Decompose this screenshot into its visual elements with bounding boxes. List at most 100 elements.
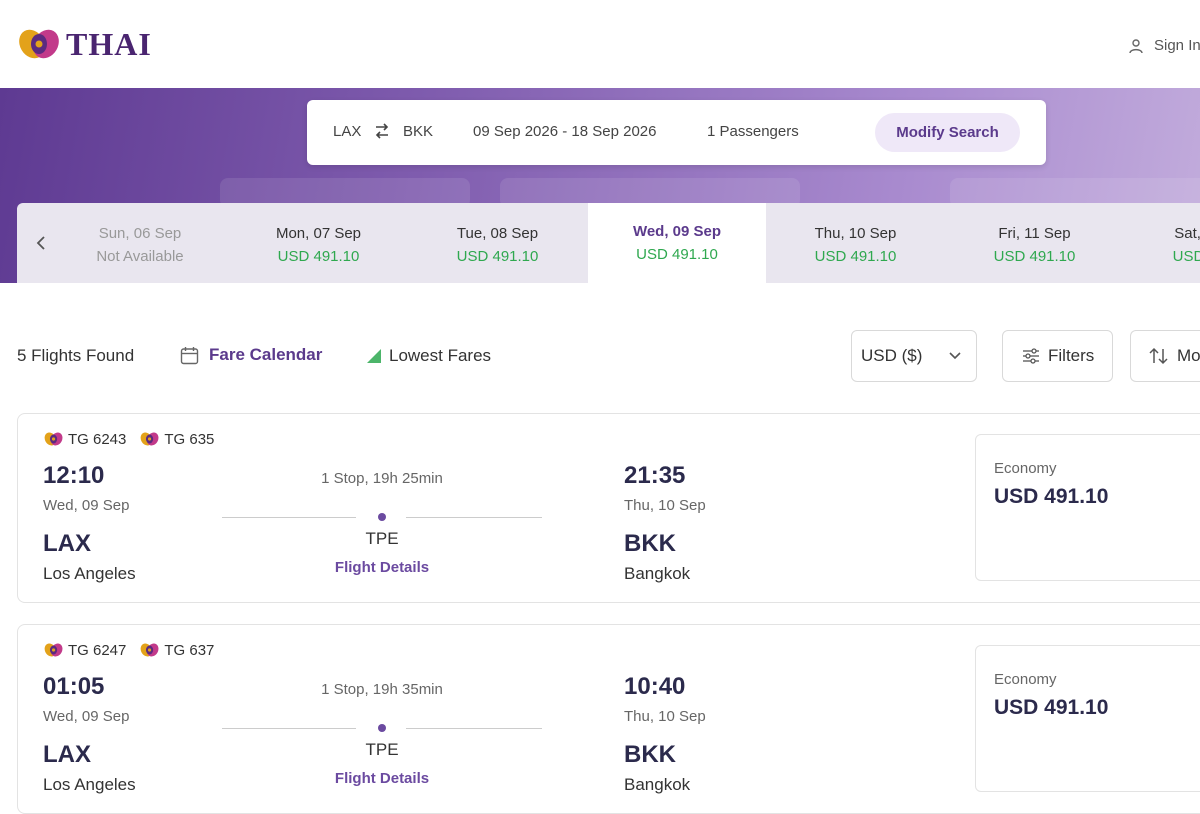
destination-city: Bangkok (624, 564, 691, 583)
thai-orchid-logo-icon (141, 432, 159, 446)
fare-option-economy[interactable]: Economy USD 491.10 (975, 645, 1200, 792)
date-tab[interactable]: Sat, 12 Sep USD 491.10 (1124, 203, 1200, 283)
fare-calendar-label: Fare Calendar (209, 345, 323, 364)
stop-airport: TPE (365, 529, 399, 548)
depart-time: 12:10 (43, 462, 105, 489)
fare-calendar-button[interactable]: Fare Calendar (180, 345, 322, 365)
arrive-date: Thu, 10 Sep (624, 708, 706, 725)
flight-number: TG 6247 (68, 641, 127, 659)
flight-codes: TG 6247 TG 637 (44, 641, 228, 659)
results-count: 5 Flights Found (17, 346, 135, 365)
destination-code: BKK (624, 741, 676, 768)
search-passengers: 1 Passengers (707, 123, 799, 140)
date-tab-label: Wed, 09 Sep (632, 223, 722, 240)
stop-dot (378, 513, 386, 521)
arrive-time: 21:35 (624, 462, 686, 489)
date-tab-price: USD 491.10 (456, 248, 539, 265)
arrive-time: 10:40 (624, 673, 686, 700)
fare-option-economy[interactable]: Economy USD 491.10 (975, 434, 1200, 581)
flight-details-link[interactable]: Flight Details (218, 559, 546, 576)
stop-dot (378, 724, 386, 732)
date-tab-price: USD 491.10 (277, 248, 360, 265)
flight-code: TG 6247 (44, 641, 126, 659)
route-line (222, 517, 356, 518)
date-tab-price: USD 491.10 (993, 248, 1076, 265)
flight-number: TG 637 (164, 641, 215, 659)
search-summary-bar: LAX BKK 09 Sep 2026 - 18 Sep 2026 1 Pass… (307, 100, 1046, 165)
flight-code: TG 635 (140, 430, 214, 448)
flight-codes: TG 6243 TG 635 (44, 430, 228, 448)
sort-label: Most Relevant (1177, 346, 1200, 365)
date-tab-label: Mon, 07 Sep (275, 225, 362, 242)
search-destination: BKK (403, 123, 434, 140)
route-line (222, 728, 356, 729)
stops-duration: 1 Stop, 19h 25min (321, 470, 443, 487)
date-tab[interactable]: Tue, 08 Sep USD 491.10 (408, 203, 587, 283)
route-line (406, 517, 542, 518)
stops-duration: 1 Stop, 19h 35min (321, 681, 443, 698)
chevron-left-icon (36, 236, 45, 250)
route-line (406, 728, 542, 729)
modify-search-button[interactable]: Modify Search (875, 113, 1020, 152)
date-tab-label: Sun, 06 Sep (98, 225, 182, 242)
origin-city: Los Angeles (43, 564, 136, 583)
destination-city: Bangkok (624, 775, 691, 794)
flight-code: TG 637 (140, 641, 214, 659)
flight-card: TG 6243 TG 635 12:10 Wed, 09 Sep LAX Los… (17, 413, 1200, 603)
flight-number: TG 6243 (68, 430, 127, 448)
origin-code: LAX (43, 530, 91, 557)
date-tab-price: USD 491.10 (1172, 248, 1200, 265)
origin-code: LAX (43, 741, 91, 768)
calendar-icon (180, 346, 199, 364)
thai-orchid-logo-icon (44, 432, 63, 446)
date-tab-label: Tue, 08 Sep (456, 225, 539, 242)
lowest-fares-label: Lowest Fares (389, 346, 492, 365)
date-tab-label: Sat, 12 Sep (1174, 225, 1200, 242)
thai-logo[interactable]: THAI (18, 24, 152, 64)
destination-code: BKK (624, 530, 676, 557)
flight-code: TG 6243 (44, 430, 126, 448)
logo-text: THAI (66, 25, 152, 62)
date-tab[interactable]: Sun, 06 Sep Not Available (51, 203, 229, 283)
thai-orchid-logo-icon (141, 643, 159, 657)
fare-price: USD 491.10 (994, 696, 1109, 719)
date-selector: Sun, 06 Sep Not Available Mon, 07 Sep US… (17, 203, 1200, 283)
depart-time: 01:05 (43, 673, 105, 700)
sign-in-link[interactable]: Sign In (1128, 37, 1200, 54)
flight-card: TG 6247 TG 637 01:05 Wed, 09 Sep LAX Los… (17, 624, 1200, 814)
sort-select[interactable]: Most Relevant (1130, 330, 1200, 382)
fare-class: Economy (994, 671, 1057, 688)
sliders-icon (1023, 348, 1039, 364)
flight-details-link[interactable]: Flight Details (218, 770, 546, 787)
origin-city: Los Angeles (43, 775, 136, 794)
sort-arrows-icon (1149, 347, 1168, 365)
depart-date: Wed, 09 Sep (43, 708, 130, 725)
sign-in-label: Sign In (1154, 37, 1200, 54)
search-dates: 09 Sep 2026 - 18 Sep 2026 (473, 123, 657, 140)
depart-date: Wed, 09 Sep (43, 497, 130, 514)
site-header: THAI Sign In (0, 0, 1200, 88)
date-tab-price: USD 491.10 (636, 246, 718, 263)
search-origin: LAX (333, 123, 362, 140)
date-tab-price: Not Available (96, 248, 184, 265)
date-tab-selected[interactable]: Wed, 09 Sep USD 491.10 (588, 203, 766, 283)
thai-orchid-logo-icon (44, 643, 63, 657)
date-tab[interactable]: Fri, 11 Sep USD 491.10 (945, 203, 1124, 283)
filters-label: Filters (1048, 346, 1095, 365)
currency-select[interactable]: USD ($) (851, 330, 977, 382)
date-tab[interactable]: Mon, 07 Sep USD 491.10 (229, 203, 408, 283)
date-prev-button[interactable] (31, 231, 51, 255)
date-tab-label: Fri, 11 Sep (998, 225, 1071, 242)
currency-value: USD ($) (861, 346, 923, 365)
fare-price: USD 491.10 (994, 485, 1109, 508)
date-tab[interactable]: Thu, 10 Sep USD 491.10 (766, 203, 945, 283)
fare-class: Economy (994, 460, 1057, 477)
filters-button[interactable]: Filters (1002, 330, 1113, 382)
swap-arrows-icon[interactable] (374, 122, 390, 144)
date-tab-price: USD 491.10 (814, 248, 897, 265)
date-tab-label: Thu, 10 Sep (814, 225, 897, 242)
user-icon (1129, 38, 1143, 53)
arrive-date: Thu, 10 Sep (624, 497, 706, 514)
flight-number: TG 635 (164, 430, 215, 448)
chevron-down-icon (949, 352, 961, 360)
